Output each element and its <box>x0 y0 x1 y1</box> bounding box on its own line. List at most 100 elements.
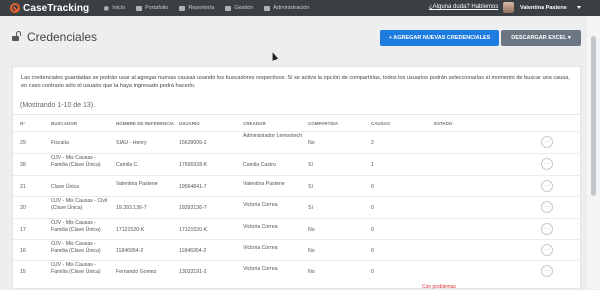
row-actions-button[interactable]: ··· <box>541 136 553 148</box>
table-row: 21 Clave Única Valentina Pastene 19564841-7… <box>13 175 582 197</box>
column-header: ESTADO <box>434 121 453 126</box>
help-link[interactable]: ¿Alguna duda? Hablemos <box>429 4 498 10</box>
pagination-summary: (Mostrando 1-10 de 13). <box>20 102 96 109</box>
nav-item-portafolio[interactable]: Portafolio <box>136 5 168 11</box>
home-icon <box>103 5 110 11</box>
row-actions-button[interactable]: ··· <box>541 265 553 277</box>
cell-buscador: OJV - Mis Causas - Familia (Clave Única) <box>51 220 101 233</box>
nav-item-administracion[interactable]: Administración <box>264 5 309 11</box>
cell-n: 28 <box>20 161 26 168</box>
info-text: Las credenciales guardadas se podrán usa… <box>21 75 570 89</box>
nav-label: Gestión <box>234 5 254 11</box>
table-row: 28 OJV - Mis Causas - Familia (Clave Únic… <box>13 153 582 175</box>
table-row: 17 OJV - Mis Causas - Familia (Clave Únic… <box>13 218 582 240</box>
cell-causas: 0 <box>371 268 374 275</box>
scrollbar[interactable] <box>587 16 600 289</box>
row-actions-button[interactable]: ··· <box>541 158 553 170</box>
cell-referencia: Camila C. <box>116 161 139 168</box>
row-actions-button[interactable]: ··· <box>541 244 553 256</box>
cell-compartida: No <box>308 139 315 146</box>
unlock-icon <box>12 31 22 41</box>
cell-causas: 1 <box>371 161 374 168</box>
cell-n: 29 <box>20 139 26 146</box>
cell-usuario: 17121520-K <box>179 226 208 233</box>
cell-creador: Administrador Lemontech <box>243 133 303 140</box>
cell-creador: Camila Castro <box>243 161 276 168</box>
table-row: 15 OJV - Mis Causas - Familia (Clave Únic… <box>13 260 582 282</box>
cell-n: 17 <box>20 226 26 233</box>
cell-causas: 0 <box>371 183 374 190</box>
cell-creador: Valentina Pastene <box>243 180 285 187</box>
cell-creador: Victoria Correa <box>243 244 278 251</box>
page-title: Credenciales <box>27 30 98 44</box>
cell-buscador: Fiscalía <box>51 139 69 146</box>
nav-label: Portafolio <box>145 5 169 11</box>
table-row: 16 OJV - Mis Causas - Familia (Clave Únic… <box>13 239 582 261</box>
nav-label: Reportería <box>188 5 215 11</box>
mouse-cursor-icon <box>269 51 279 61</box>
main-nav: Inicio Portafolio Reportería Gestión Adm… <box>103 5 320 11</box>
column-header: CAUSAS <box>371 121 391 126</box>
nav-item-reporteria[interactable]: Reportería <box>179 5 214 11</box>
user-name[interactable]: Valentina Pastene <box>520 5 567 11</box>
column-header: COMPARTIDA <box>308 121 339 126</box>
cell-referencia: Valentina Pastene <box>116 180 158 187</box>
logo[interactable]: CaseTracking <box>10 0 89 16</box>
cell-usuario: 13033191-2 <box>179 268 207 275</box>
table-header: N° BUSCADOR NOMBRE DE REFERENCIA USUARIO… <box>13 121 582 129</box>
cell-creador: Victoria Correa <box>243 223 278 230</box>
nav-label: Inicio <box>112 5 126 11</box>
row-actions-button[interactable]: ··· <box>541 180 553 192</box>
cell-compartida: No <box>308 226 315 233</box>
cell-compartida: Sí <box>308 183 313 190</box>
cell-referencia: SIAU - Henry <box>116 139 147 146</box>
cell-creador: Victoria Correa <box>243 265 278 272</box>
cell-buscador: OJV - Mis Causas - Familia (Clave Única) <box>51 155 101 168</box>
table-row: 29 Fiscalía SIAU - Henry 15639006-2 Administ… <box>13 131 582 153</box>
cell-n: 21 <box>20 183 26 190</box>
cell-buscador: OJV - Mis Causas - Familia (Clave Única) <box>51 262 101 275</box>
cell-causas: 0 <box>371 204 374 211</box>
cell-n: 16 <box>20 247 26 254</box>
cell-causas: 2 <box>371 139 374 146</box>
chevron-down-icon[interactable] <box>577 6 581 9</box>
nav-label: Administración <box>273 5 310 11</box>
folder-icon <box>225 5 232 11</box>
credentials-panel: Las credenciales guardadas se podrán usa… <box>12 66 582 289</box>
nav-item-gestion[interactable]: Gestión <box>225 5 253 11</box>
column-header: BUSCADOR <box>51 121 78 126</box>
cell-referencia: Fernando Gomez <box>116 268 157 275</box>
row-actions-button[interactable]: ··· <box>541 201 553 213</box>
avatar[interactable] <box>503 2 514 13</box>
table-row: 20 OJV - Mis Causas - Civil (Clave Única)… <box>13 196 582 218</box>
cell-usuario: 11846954-2 <box>179 247 207 254</box>
gear-icon <box>264 5 271 11</box>
logo-text: CaseTracking <box>23 2 90 14</box>
cell-usuario: 15639006-2 <box>179 139 207 146</box>
scroll-thumb[interactable] <box>591 36 596 196</box>
cell-usuario: 17656928-K <box>179 161 208 168</box>
cell-causas: 0 <box>371 247 374 254</box>
row-actions-button[interactable]: ··· <box>541 223 553 235</box>
logo-icon <box>10 3 20 13</box>
briefcase-icon <box>136 5 143 11</box>
cell-buscador: OJV - Mis Causas - Familia (Clave Única) <box>51 241 101 254</box>
column-header: USUARIO <box>179 121 200 126</box>
divider <box>13 114 582 115</box>
cell-referencia: 11846954-2 <box>116 247 144 254</box>
top-navbar: CaseTracking Inicio Portafolio Reporterí… <box>0 0 600 16</box>
cell-creador: Victoria Correa <box>243 201 278 208</box>
column-header: N° <box>20 121 26 126</box>
cell-compartida: Sí <box>308 161 313 168</box>
column-header: CREADOR <box>243 121 266 126</box>
status-text-partial: Con problemas <box>422 284 456 290</box>
column-header: NOMBRE DE REFERENCIA <box>116 121 175 126</box>
add-credentials-button[interactable]: + AGREGAR NUEVAS CREDENCIALES <box>380 30 499 46</box>
cell-compartida: Sí <box>308 204 313 211</box>
nav-item-inicio[interactable]: Inicio <box>103 5 125 11</box>
download-excel-button[interactable]: DESCARGAR EXCEL ▾ <box>501 30 581 46</box>
cell-usuario: 19393136-7 <box>179 204 207 211</box>
cell-referencia: 17121520-K <box>116 226 145 233</box>
cell-compartida: No <box>308 268 315 275</box>
cell-usuario: 19564841-7 <box>179 183 207 190</box>
